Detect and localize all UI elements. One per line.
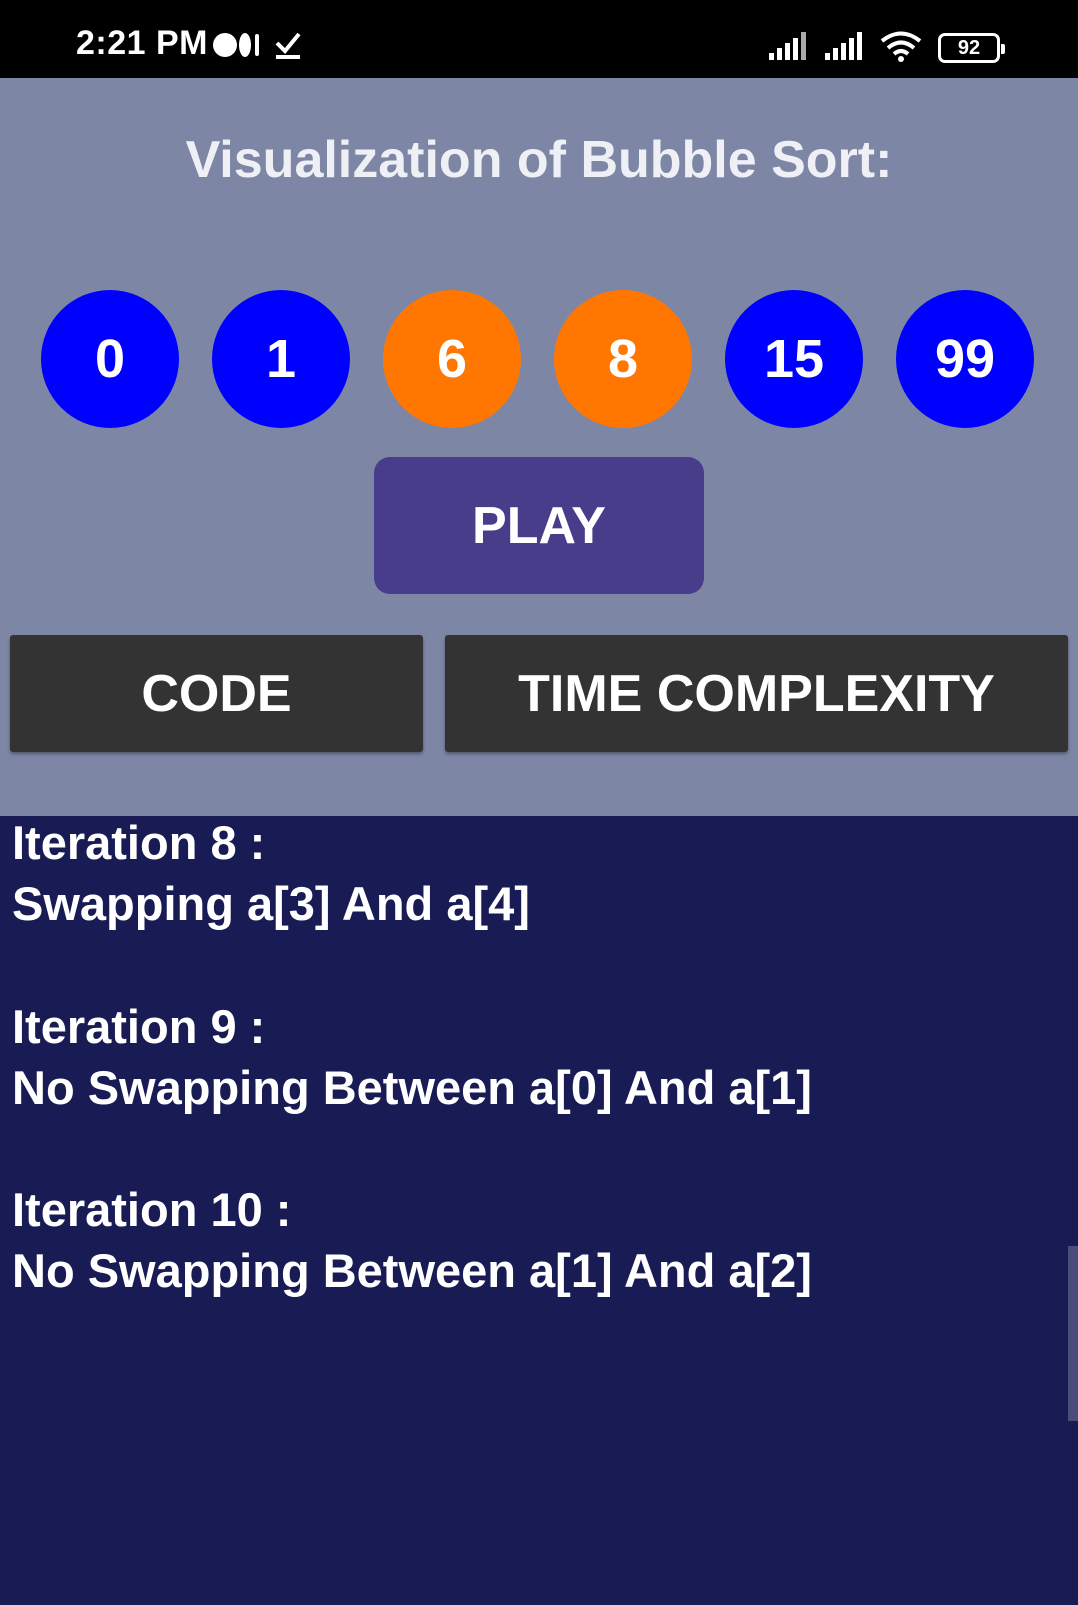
status-bar: 2:21 PM 92: [0, 0, 1078, 78]
log-iteration-label: Iteration 10 :: [12, 1183, 292, 1236]
medium-icon: [212, 31, 264, 64]
log-entry: Iteration 9 : No Swapping Between a[0] A…: [12, 996, 812, 1118]
notification-icons: [212, 30, 302, 64]
array-circles: 0 1 6 8 15 99: [41, 290, 1041, 428]
array-element: 1: [212, 290, 350, 428]
log-action-text: No Swapping Between a[0] And a[1]: [12, 1061, 812, 1114]
wifi-icon: [880, 30, 922, 67]
status-time: 2:21 PM: [76, 24, 208, 62]
system-icons: 92: [768, 28, 1005, 68]
array-element-value: 15: [763, 329, 825, 389]
battery-level: 92: [957, 36, 981, 59]
signal-icon: [768, 31, 808, 66]
download-done-icon: [274, 30, 302, 65]
visualization-panel: Visualization of Bubble Sort: 0 1 6 8 15…: [0, 78, 1078, 816]
log-entry: Iteration 10 : No Swapping Between a[1] …: [12, 1179, 812, 1301]
log-entry: Iteration 8 : Swapping a[3] And a[4]: [12, 812, 530, 934]
log-iteration-label: Iteration 8 :: [12, 816, 266, 869]
array-element: 0: [41, 290, 179, 428]
log-iteration-label: Iteration 9 :: [12, 1000, 266, 1053]
time-complexity-button[interactable]: TIME COMPLEXITY: [445, 635, 1068, 752]
array-element-value: 6: [436, 329, 468, 389]
iteration-log[interactable]: Iteration 8 : Swapping a[3] And a[4] Ite…: [0, 816, 1078, 1605]
battery-icon: 92: [938, 33, 1005, 63]
code-button[interactable]: CODE: [10, 635, 423, 752]
log-action-text: No Swapping Between a[1] And a[2]: [12, 1244, 812, 1297]
array-element-value: 1: [265, 329, 297, 389]
play-button[interactable]: PLAY: [374, 457, 704, 594]
log-scrollbar[interactable]: [1068, 1246, 1078, 1421]
array-element-value: 8: [607, 329, 639, 389]
page-title: Visualization of Bubble Sort:: [185, 131, 893, 189]
array-element: 99: [896, 290, 1034, 428]
array-element: 6: [383, 290, 521, 428]
signal-icon: [824, 31, 864, 66]
array-element-value: 99: [934, 329, 996, 389]
array-element: 8: [554, 290, 692, 428]
array-element: 15: [725, 290, 863, 428]
array-element-value: 0: [94, 329, 126, 389]
log-action-text: Swapping a[3] And a[4]: [12, 877, 530, 930]
